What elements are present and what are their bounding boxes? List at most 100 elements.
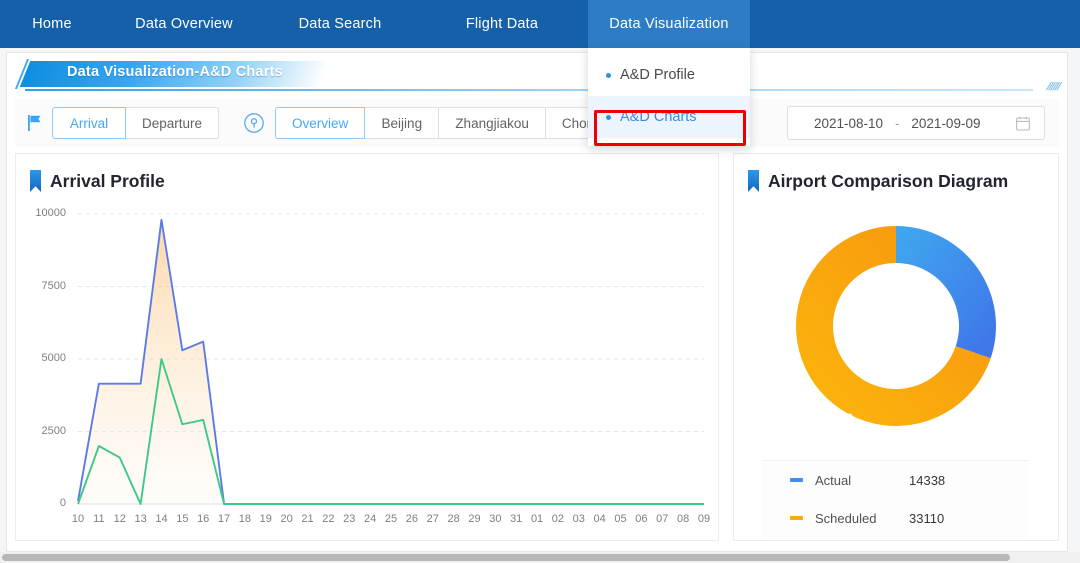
x-axis-tick: 10 xyxy=(71,513,85,525)
x-axis-tick: 16 xyxy=(197,513,210,525)
airport-button-beijing[interactable]: Beijing xyxy=(365,107,440,139)
airport-button-zhangjiakou[interactable]: Zhangjiakou xyxy=(439,107,546,139)
horizontal-scrollbar[interactable] xyxy=(0,552,1080,563)
x-axis-tick: 20 xyxy=(280,513,293,525)
arrival-profile-title-row: Arrival Profile xyxy=(16,154,718,192)
donut-slice-label: 33110 xyxy=(822,413,854,425)
nav-item-label: Data Visualization xyxy=(609,16,729,32)
direction-button-arrival[interactable]: Arrival xyxy=(52,107,126,139)
airport-comparison-title: Airport Comparison Diagram xyxy=(768,170,1009,191)
nav-item-data-search[interactable]: Data Search xyxy=(264,0,416,48)
airport-button-overview[interactable]: Overview xyxy=(275,107,366,139)
airport-segmented-control: Overview Beijing Zhangjiakou Chongli xyxy=(275,107,625,139)
x-axis-tick: 13 xyxy=(134,513,147,525)
segment-label: Arrival xyxy=(69,115,109,131)
dropdown-item-label: A&D Charts xyxy=(620,109,697,125)
segment-label: Beijing xyxy=(381,115,423,131)
x-axis-tick: 03 xyxy=(572,513,585,525)
segment-label: Overview xyxy=(292,115,349,131)
line-chart-svg xyxy=(77,213,704,505)
y-axis-tick: 0 xyxy=(59,497,66,509)
x-axis-tick: 06 xyxy=(635,513,648,525)
nav-item-label: Data Overview xyxy=(135,16,233,32)
page-title: Data Visualization-A&D Charts xyxy=(67,64,283,80)
x-axis-tick: 14 xyxy=(155,513,168,525)
x-axis-tick: 30 xyxy=(489,513,502,525)
x-axis-tick: 12 xyxy=(113,513,126,525)
y-axis-tick: 5000 xyxy=(41,352,66,364)
donut-chart-svg xyxy=(796,226,996,426)
series-area-scheduled xyxy=(78,219,704,505)
y-axis-tick: 2500 xyxy=(41,424,66,437)
x-axis-tick: 29 xyxy=(468,513,481,525)
legend-label: Scheduled xyxy=(815,510,877,526)
legend-row[interactable]: Scheduled 33110 xyxy=(762,499,1028,537)
legend-row[interactable]: Actual 14338 xyxy=(762,461,1028,499)
date-range-picker[interactable]: 2021-08-10 - 2021-09-09 xyxy=(787,106,1045,140)
x-axis-tick: 05 xyxy=(614,513,627,525)
x-axis-tick: 31 xyxy=(510,513,523,525)
main-navbar: Home Data Overview Data Search Flight Data D… xyxy=(0,0,1080,48)
donut-slice-actual[interactable] xyxy=(896,226,996,359)
app-root: Home Data Overview Data Search Flight Data D… xyxy=(0,0,1080,563)
legend-value: 14338 xyxy=(909,472,946,488)
donut-slice-label: 14338 xyxy=(926,322,958,334)
title-divider xyxy=(25,89,1033,91)
arrival-profile-card: Arrival Profile 0 2500 5000 7500 10000 10 11 12… xyxy=(15,153,719,541)
date-range-separator: - xyxy=(895,115,900,131)
x-axis-tick: 07 xyxy=(656,513,669,525)
legend-swatch-icon xyxy=(790,478,803,482)
nav-item-flight-data[interactable]: Flight Data xyxy=(416,0,588,48)
direction-button-departure[interactable]: Departure xyxy=(126,107,220,139)
airport-comparison-card: Airport Comparison Diagram 14338 33110 Ac… xyxy=(733,153,1059,541)
x-axis-tick: 02 xyxy=(551,513,565,525)
x-axis-tick: 17 xyxy=(217,513,231,525)
filter-toolbar: Arrival Departure Overview Beijing Zhangjia… xyxy=(15,99,1059,147)
date-range-start: 2021-08-10 xyxy=(814,115,884,131)
legend-value: 33110 xyxy=(909,510,945,526)
title-decor-slashes: ////// xyxy=(1044,81,1062,93)
x-axis-tick: 09 xyxy=(697,513,711,525)
dropdown-item-a-d-profile[interactable]: A&D Profile xyxy=(588,54,750,96)
x-axis-tick: 26 xyxy=(405,513,418,525)
scrollbar-thumb[interactable] xyxy=(2,554,1010,561)
vertical-scrollbar[interactable] xyxy=(1050,208,1057,563)
date-range-end: 2021-09-09 xyxy=(911,115,981,131)
calendar-icon[interactable] xyxy=(1016,116,1030,131)
nav-item-home[interactable]: Home xyxy=(0,0,104,48)
nav-item-label: Home xyxy=(32,16,72,32)
x-axis-tick: 01 xyxy=(530,513,544,525)
x-axis-tick: 23 xyxy=(343,513,356,525)
legend-label: Actual xyxy=(815,472,852,488)
x-axis-tick: 18 xyxy=(238,513,252,525)
airport-comparison-title-row: Airport Comparison Diagram xyxy=(734,154,1058,192)
ribbon-icon xyxy=(748,170,759,192)
arrival-profile-chart: 0 2500 5000 7500 10000 10 11 12 13 14 15 16 17 18 19 20… xyxy=(16,200,718,540)
bullet-icon xyxy=(606,114,611,120)
nav-item-data-visualization[interactable]: Data Visualization xyxy=(588,0,750,48)
flag-icon xyxy=(27,115,42,131)
data-visualization-dropdown: A&D Profile A&D Charts xyxy=(588,48,750,146)
x-axis-tick: 21 xyxy=(301,513,314,525)
nav-item-label: Flight Data xyxy=(465,16,539,32)
nav-item-data-overview[interactable]: Data Overview xyxy=(104,0,264,48)
donut-legend: Actual 14338 Scheduled 33110 xyxy=(762,460,1028,537)
x-axis-tick: 28 xyxy=(447,513,460,525)
x-axis-tick: 15 xyxy=(176,513,189,525)
arrival-profile-title: Arrival Profile xyxy=(50,170,165,191)
dropdown-item-a-d-charts[interactable]: A&D Charts xyxy=(588,96,750,138)
ribbon-icon xyxy=(30,170,41,192)
legend-swatch-icon xyxy=(790,516,803,520)
segment-label: Departure xyxy=(142,115,203,131)
x-axis-tick: 27 xyxy=(426,513,439,525)
y-axis-tick: 10000 xyxy=(35,207,66,219)
x-axis-tick: 04 xyxy=(593,513,606,525)
direction-segmented-control: Arrival Departure xyxy=(52,107,220,139)
x-axis-tick: 25 xyxy=(384,513,398,525)
x-axis-tick: 19 xyxy=(259,513,272,525)
segment-label: Zhangjiakou xyxy=(455,115,529,131)
page-title-bar: Data Visualization-A&D Charts ////// xyxy=(7,53,1067,95)
x-axis-tick: 24 xyxy=(364,513,377,525)
airport-comparison-donut: 14338 33110 xyxy=(734,204,1058,454)
x-axis-tick: 11 xyxy=(93,513,105,525)
